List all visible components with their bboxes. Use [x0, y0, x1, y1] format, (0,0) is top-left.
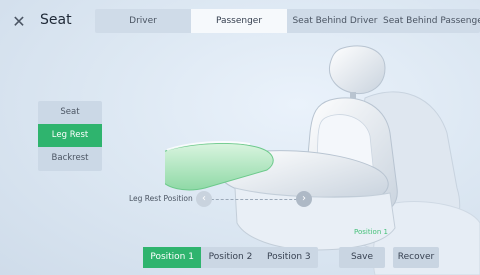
seat-illustration [165, 45, 480, 275]
leg-rest-position-label: Leg Rest Position [129, 194, 193, 203]
leg-rest-position-slider[interactable]: ‹ › [196, 191, 312, 207]
menu-item-backrest[interactable]: Backrest [38, 147, 102, 170]
preset-position-1[interactable]: Position 1 [143, 247, 202, 268]
current-position-caption: Position 1 [354, 228, 388, 236]
chevron-left-icon[interactable]: ‹ [196, 191, 212, 207]
save-button[interactable]: Save [339, 247, 385, 268]
tab-driver[interactable]: Driver [95, 9, 191, 33]
preset-position-2[interactable]: Position 2 [201, 247, 259, 268]
seat-section-menu: Seat Leg Rest Backrest [38, 101, 102, 171]
page-title: Seat [40, 12, 72, 28]
seat-tabs: Driver Passenger Seat Behind Driver Seat… [95, 9, 480, 33]
seat-settings-screen: ✕ Seat Driver Passenger Seat Behind Driv… [0, 0, 480, 275]
recover-button[interactable]: Recover [393, 247, 439, 268]
position-presets: Position 1 Position 2 Position 3 [143, 247, 318, 268]
chevron-right-icon[interactable]: › [296, 191, 312, 207]
slider-track [206, 199, 302, 200]
preset-position-3[interactable]: Position 3 [260, 247, 318, 268]
tab-seat-behind-driver[interactable]: Seat Behind Driver [287, 9, 383, 33]
close-icon[interactable]: ✕ [10, 13, 28, 31]
tab-seat-behind-passenger[interactable]: Seat Behind Passenger [383, 9, 480, 33]
tab-passenger[interactable]: Passenger [191, 9, 287, 33]
menu-item-seat[interactable]: Seat [38, 101, 102, 124]
menu-item-leg-rest[interactable]: Leg Rest [38, 124, 102, 147]
